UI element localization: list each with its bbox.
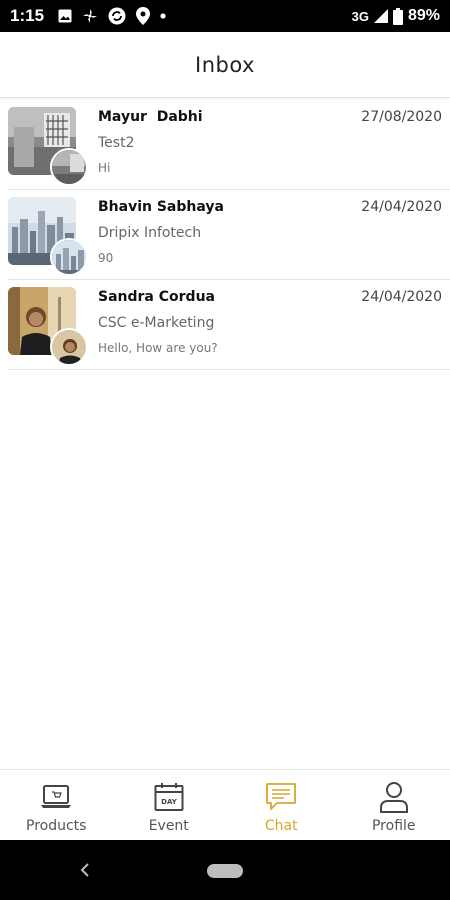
status-right: 3G 89%	[352, 7, 440, 25]
contact-name: Mayur Dabhi	[98, 109, 203, 125]
svg-text:DAY: DAY	[161, 798, 178, 806]
message-preview: Hi	[98, 161, 111, 175]
home-pill-button[interactable]	[207, 864, 243, 878]
nav-item-chat[interactable]: Chat	[225, 770, 338, 841]
status-time: 1:15	[10, 6, 45, 25]
chat-icon	[264, 780, 298, 814]
chat-list-item[interactable]: Bhavin Sabhaya 24/04/2020 Dripix Infotec…	[8, 190, 450, 280]
message-preview: 90	[98, 251, 114, 265]
notification-icons	[58, 7, 166, 25]
page-title: Inbox	[195, 52, 255, 77]
location-pin-icon	[136, 7, 151, 25]
contact-name: Sandra Cordua	[98, 289, 215, 305]
nav-label: Chat	[264, 818, 298, 834]
message-date: 24/04/2020	[361, 199, 442, 215]
app-header: Inbox	[0, 32, 450, 98]
message-date: 24/04/2020	[361, 289, 442, 305]
user-avatar	[50, 238, 88, 276]
chat-list: Mayur Dabhi 27/08/2020 Test2 Hi Bhavin S…	[0, 100, 450, 370]
back-icon[interactable]	[78, 860, 98, 880]
nav-item-profile[interactable]: Profile	[338, 770, 450, 841]
battery-percent: 89%	[407, 7, 440, 24]
pinwheel-icon	[82, 8, 98, 24]
contact-name: Bhavin Sabhaya	[98, 199, 224, 215]
nav-label: Profile	[371, 818, 416, 834]
company-name: CSC e-Marketing	[98, 315, 215, 331]
company-name: Test2	[98, 135, 135, 151]
nav-label: Products	[26, 818, 87, 834]
battery-icon	[392, 7, 403, 25]
image-icon	[58, 9, 72, 23]
user-avatar	[50, 148, 88, 186]
system-nav-bar	[0, 840, 450, 900]
message-date: 27/08/2020	[361, 109, 442, 125]
network-type: 3G	[351, 8, 369, 24]
nav-item-products[interactable]: Products	[0, 770, 113, 841]
company-name: Dripix Infotech	[98, 225, 202, 241]
sync-icon	[108, 7, 126, 25]
nav-item-event[interactable]: DAY Event	[113, 770, 226, 841]
signal-icon	[373, 9, 388, 23]
calendar-day-icon: DAY	[152, 780, 186, 814]
laptop-icon	[39, 780, 73, 814]
dot-icon	[160, 13, 166, 19]
chat-list-item[interactable]: Sandra Cordua 24/04/2020 CSC e-Marketing…	[8, 280, 450, 370]
bottom-nav: Products DAY Event Chat Profile	[0, 769, 450, 840]
status-bar: 1:15 3G 89%	[0, 0, 450, 32]
message-preview: Hello, How are you?	[98, 341, 218, 355]
nav-label: Event	[148, 818, 189, 834]
person-icon	[377, 780, 411, 814]
chat-list-item[interactable]: Mayur Dabhi 27/08/2020 Test2 Hi	[8, 100, 450, 190]
user-avatar	[50, 328, 88, 366]
